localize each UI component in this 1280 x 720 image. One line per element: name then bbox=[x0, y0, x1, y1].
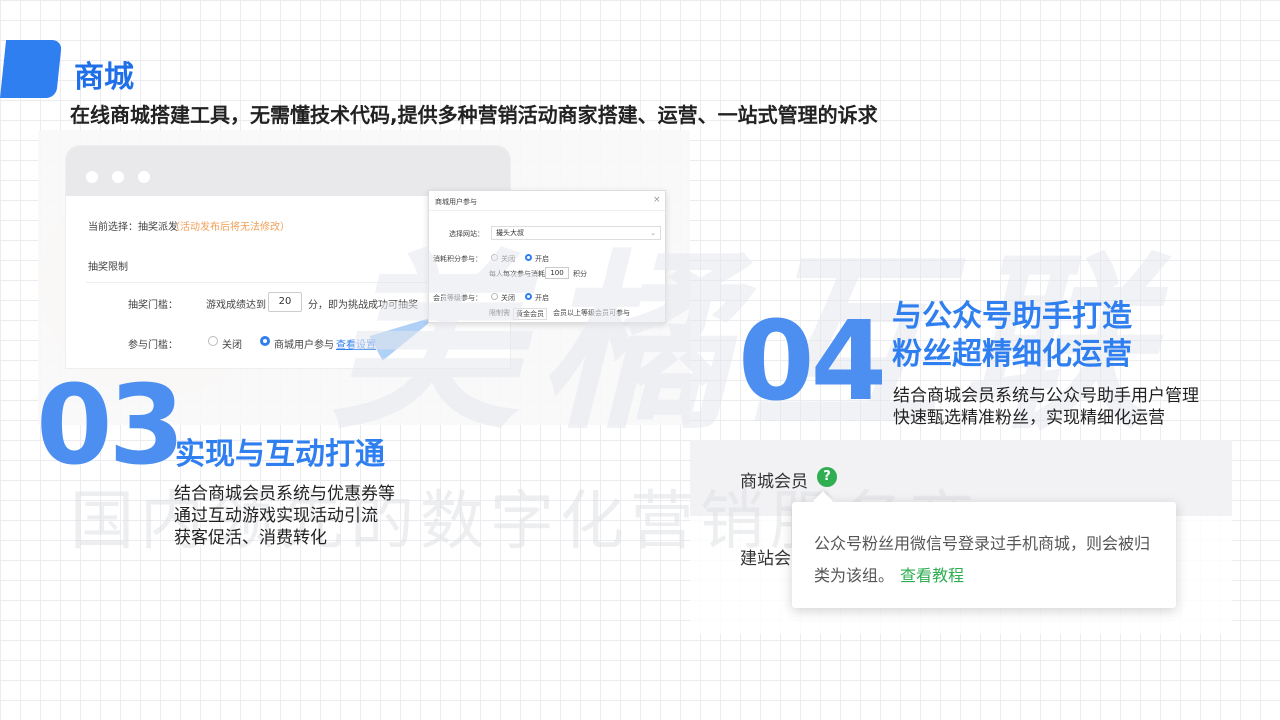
view-tutorial-link[interactable]: 查看教程 bbox=[900, 566, 964, 585]
window-dot-icon bbox=[112, 171, 124, 183]
radio-mall-users-label: 商城用户参与 bbox=[274, 340, 334, 351]
tooltip-message: 公众号粉丝用微信号登录过手机商城，则会被归类为该组。 bbox=[814, 534, 1151, 585]
threshold-label: 抽奖门槛： bbox=[128, 300, 178, 311]
section-04-body: 结合商城会员系统与公众号助手用户管理 快速甄选精准粉丝，实现精细化运营 bbox=[893, 385, 1199, 429]
score-threshold-input[interactable]: 20 bbox=[268, 292, 302, 312]
radio-mall-users[interactable] bbox=[260, 336, 270, 346]
section-04-heading: 与公众号助手打造 粉丝超精细化运营 bbox=[892, 298, 1132, 374]
browser-title-bar bbox=[66, 146, 510, 196]
section-03-line: 结合商城会员系统与优惠券等 bbox=[174, 484, 395, 504]
threshold-prefix: 游戏成绩达到 bbox=[206, 300, 266, 311]
current-selection-note: （活动发布后将无法修改） bbox=[170, 222, 290, 233]
section-03-line: 获客促活、消费转化 bbox=[174, 528, 327, 548]
section-03-body: 结合商城会员系统与优惠券等 通过互动游戏实现活动引流 获客促活、消费转化 bbox=[174, 483, 395, 549]
window-dot-icon bbox=[86, 171, 98, 183]
current-selection-label: 当前选择：抽奖派发 bbox=[88, 222, 178, 233]
section-04-heading-line: 粉丝超精细化运营 bbox=[892, 337, 1132, 372]
radio-off[interactable] bbox=[208, 336, 218, 346]
page-subtitle: 在线商城搭建工具，无需懂技术代码,提供多种营销活动商家搭建、运营、一站式管理的诉… bbox=[70, 103, 878, 127]
section-number-04: 04 bbox=[738, 297, 887, 425]
title-tab-marker bbox=[0, 40, 63, 98]
help-tooltip: 公众号粉丝用微信号登录过手机商城，则会被归类为该组。 查看教程 bbox=[792, 491, 1176, 608]
section-number-03: 03 bbox=[36, 361, 185, 489]
page-title: 商城 bbox=[74, 60, 134, 95]
tooltip-text: 公众号粉丝用微信号登录过手机商城，则会被归类为该组。 查看教程 bbox=[814, 528, 1154, 592]
radio-off-label: 关闭 bbox=[222, 340, 242, 351]
join-threshold-label: 参与门槛： bbox=[128, 340, 178, 351]
section-03-heading: 实现与互动打通 bbox=[175, 437, 385, 472]
window-dot-icon bbox=[138, 171, 150, 183]
lottery-limit-section-title: 抽奖限制 bbox=[88, 262, 128, 273]
section-04-line: 结合商城会员系统与公众号助手用户管理 bbox=[893, 386, 1199, 406]
section-04-heading-line: 与公众号助手打造 bbox=[892, 299, 1132, 334]
section-03-line: 通过互动游戏实现活动引流 bbox=[174, 506, 378, 526]
section-04-line: 快速甄选精准粉丝，实现精细化运营 bbox=[893, 408, 1165, 428]
